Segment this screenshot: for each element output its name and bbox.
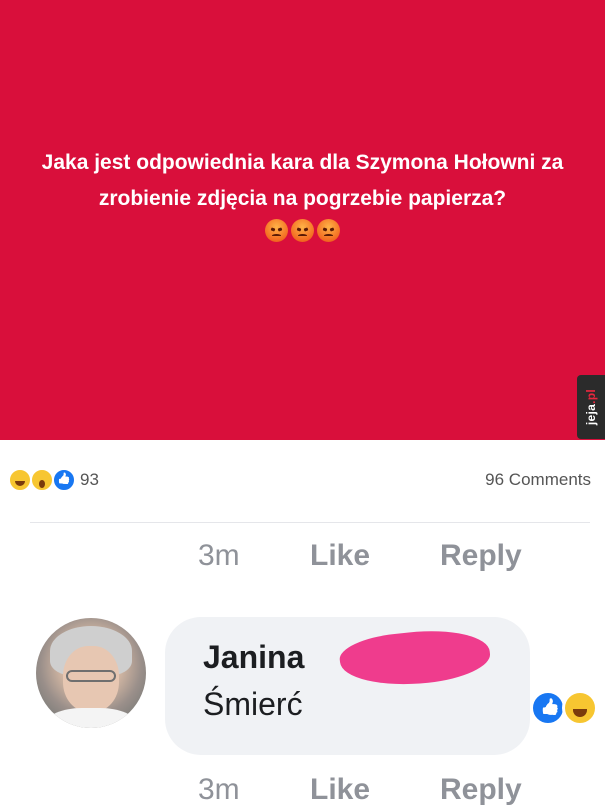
comment-reply-button[interactable]: Reply: [440, 539, 522, 573]
haha-reaction-icon: [562, 690, 598, 726]
comment-actions: 3m Like Reply: [198, 770, 598, 810]
angry-face-icon: [317, 219, 340, 242]
comment-timestamp: 3m: [198, 539, 240, 572]
angry-face-icon: [265, 219, 288, 242]
watermark-tld: .pl: [584, 388, 598, 404]
post-emoji-row: [265, 219, 340, 242]
comment-like-button[interactable]: Like: [310, 773, 440, 807]
wow-reaction-icon: [30, 468, 54, 492]
angry-face-icon: [291, 219, 314, 242]
comment-reactions[interactable]: [530, 690, 598, 726]
post-card: Jaka jest odpowiednia kara dla Szymona H…: [0, 0, 605, 440]
reactions-bar: 93 96 Comments: [0, 455, 605, 505]
like-reaction-icon: [52, 468, 76, 492]
haha-reaction-icon: [8, 468, 32, 492]
comment-actions: 3m Like Reply: [198, 536, 598, 576]
comment-like-button[interactable]: Like: [310, 539, 440, 573]
post-text: Jaka jest odpowiednia kara dla Szymona H…: [41, 151, 564, 210]
comment-text: Śmierć: [203, 686, 303, 722]
comment-reply-button[interactable]: Reply: [440, 773, 522, 807]
avatar[interactable]: [36, 618, 146, 728]
comment-author[interactable]: Janina: [203, 639, 304, 676]
watermark-brand: jeja: [584, 403, 598, 426]
jeja-watermark: jeja.pl: [577, 375, 605, 439]
like-reaction-icon: [530, 690, 566, 726]
reaction-count[interactable]: 93: [80, 470, 99, 490]
reaction-summary[interactable]: 93: [8, 468, 99, 492]
comment-timestamp: 3m: [198, 773, 240, 806]
divider: [30, 522, 590, 523]
comments-count-link[interactable]: 96 Comments: [485, 470, 591, 490]
